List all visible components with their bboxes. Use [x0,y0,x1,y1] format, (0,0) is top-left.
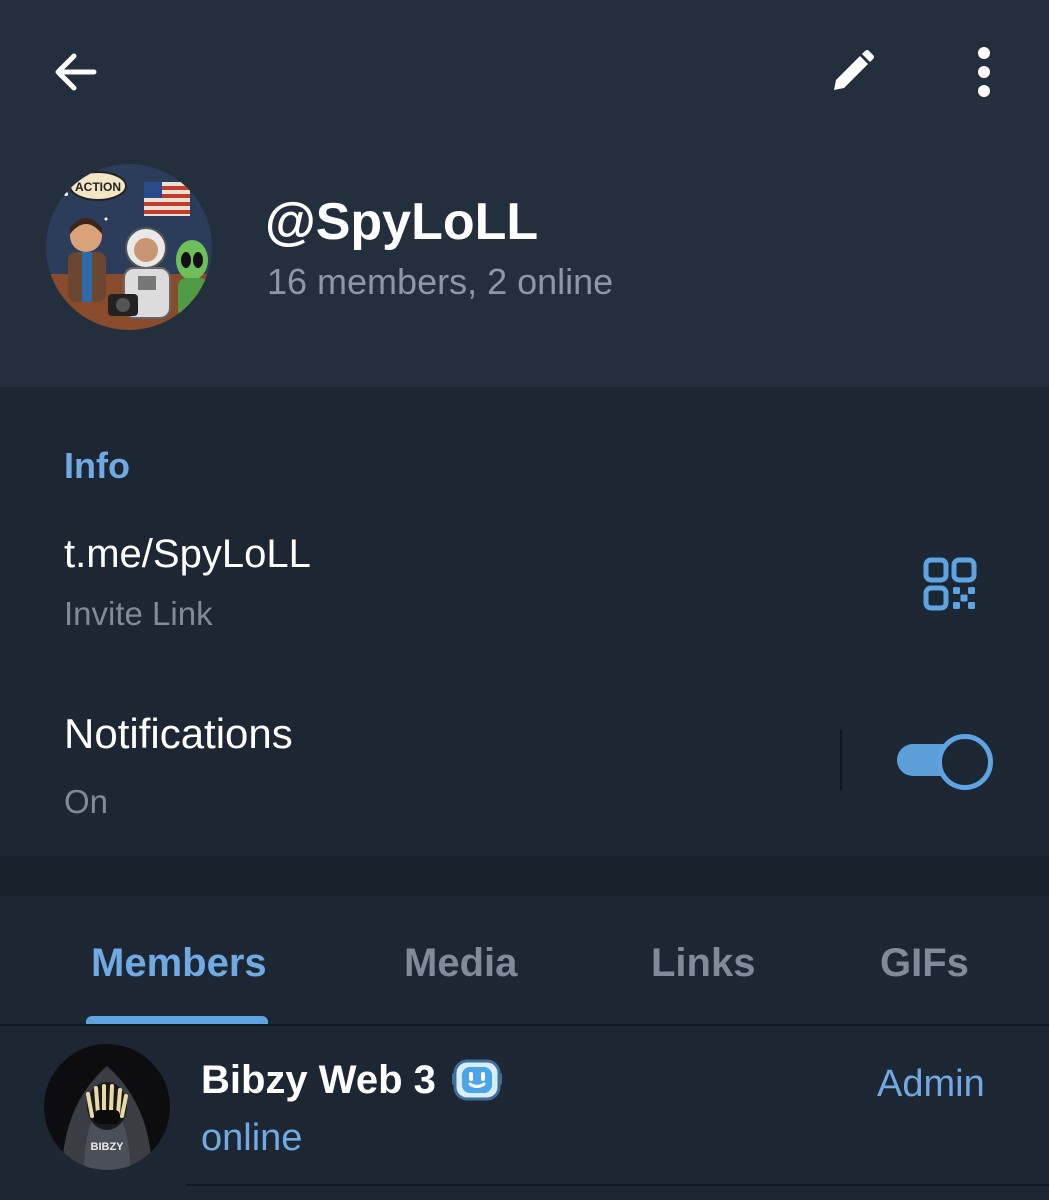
back-button[interactable] [40,36,112,108]
member-status: online [201,1117,303,1159]
group-avatar-image: ACTION [46,164,212,330]
group-member-count: 16 members, 2 online [267,261,614,302]
member-name: Bibzy Web 3 [201,1058,436,1102]
notifications-toggle[interactable] [895,732,993,790]
qr-code-icon [923,557,977,611]
tab-gifs[interactable]: GIFs [880,936,969,990]
member-name-row: Bibzy Web 3 [201,1056,502,1104]
notifications-row[interactable]: Notifications On [0,690,1049,840]
edit-button[interactable] [816,36,888,108]
more-vertical-icon [978,47,990,97]
tab-media[interactable]: Media [404,936,517,990]
profile-header: ACTION @SpyLoLL 16 members, 2 online [0,0,1049,387]
info-section-title: Info [64,445,130,486]
qr-code-button[interactable] [912,546,988,622]
pencil-icon [834,50,874,90]
member-role-badge: Admin [877,1063,985,1105]
list-item[interactable]: BIBZY Bibzy Web 3 online Admin [0,1026,1049,1200]
avatar-brand-text: BIBZY [91,1141,125,1153]
arrow-left-icon [55,53,97,91]
notifications-status: On [64,783,109,820]
robot-face-emoji-icon [451,1059,502,1101]
avatar-badge-text: ACTION [75,180,121,194]
invite-link-value: t.me/SpyLoLL [64,532,311,576]
tab-members[interactable]: Members [91,936,267,990]
invite-link-caption: Invite Link [64,595,213,632]
group-avatar[interactable]: ACTION [46,164,212,330]
notifications-divider [840,730,842,790]
tab-links[interactable]: Links [651,936,755,990]
group-title: @SpyLoLL [265,193,539,251]
more-options-button[interactable] [948,36,1020,108]
toggle-knob [937,734,993,790]
profile-tabs: Members Media Links GIFs [0,896,1049,1026]
section-divider [0,856,1049,896]
invite-link-row[interactable]: t.me/SpyLoLL Invite Link [0,516,1049,656]
member-avatar-image: BIBZY [44,1044,170,1170]
list-item-divider [186,1184,1049,1186]
avatar[interactable]: BIBZY [44,1044,170,1170]
notifications-label: Notifications [64,710,293,757]
